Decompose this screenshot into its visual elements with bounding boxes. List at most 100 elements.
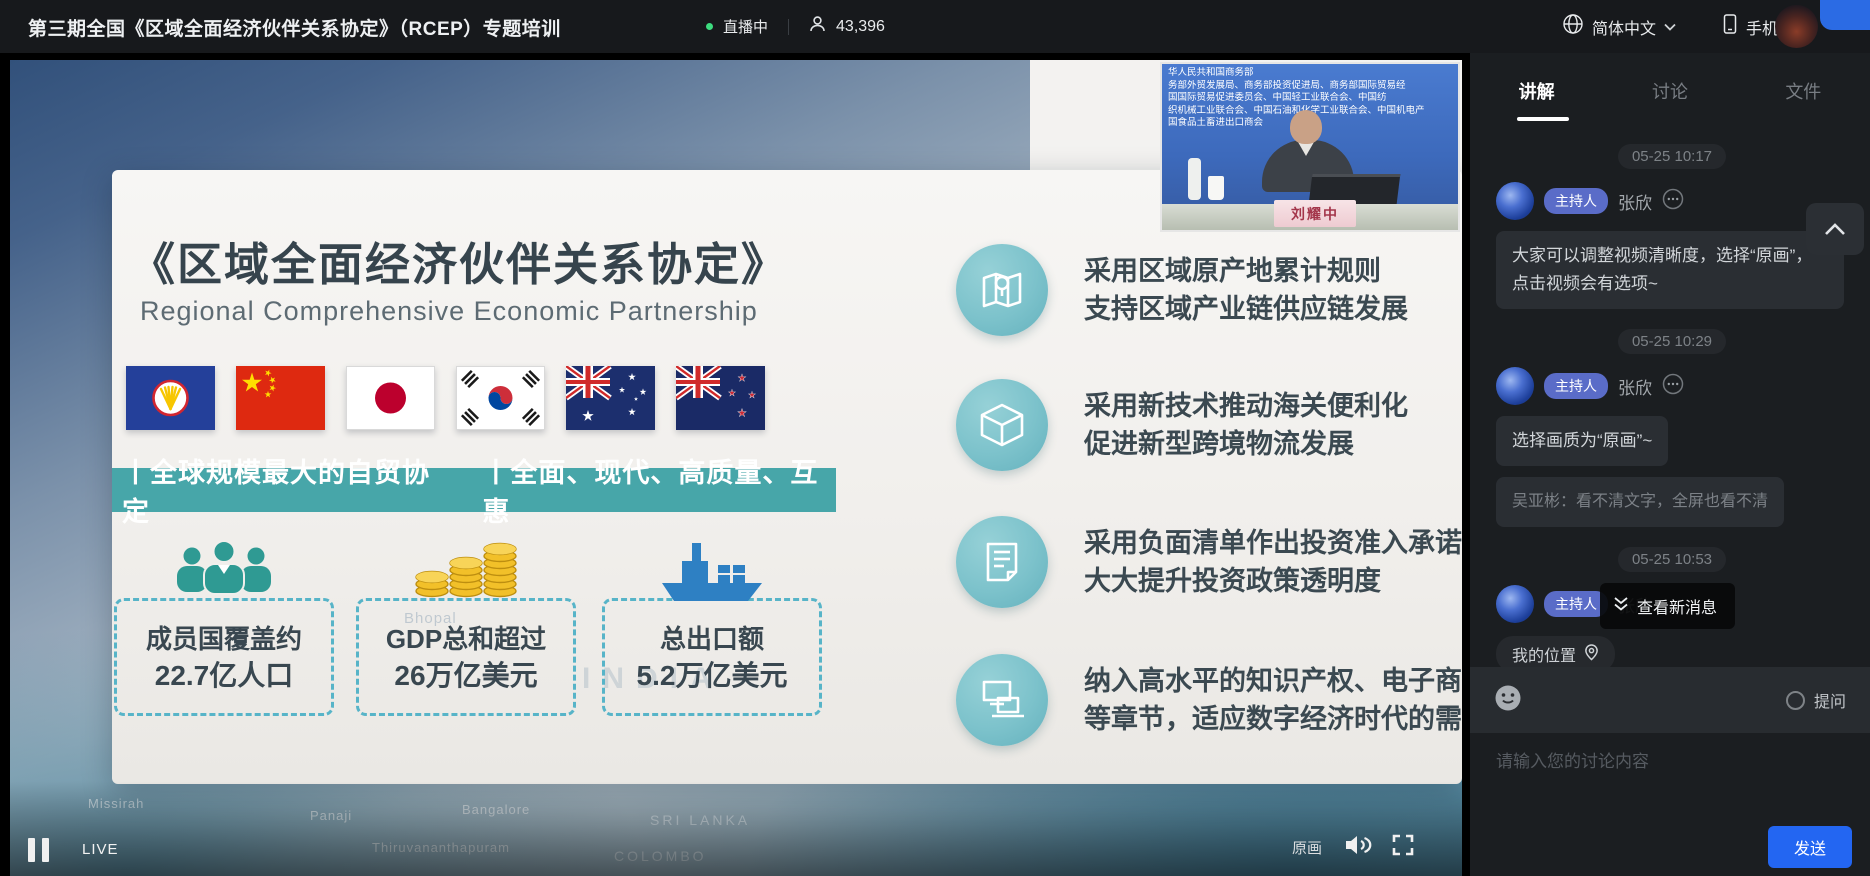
slide-banner: 丨全球规模最大的自贸协定 丨全面、现代、高质量、互惠 — [112, 468, 836, 512]
active-tab-underline — [1517, 117, 1569, 121]
point-digital-economy: 纳入高水平的知识产权、电子商务 等章节，适应数字经济时代的需要 — [956, 654, 1462, 746]
point-line1: 纳入高水平的知识产权、电子商务 — [1084, 662, 1462, 700]
point-line1: 采用新技术推动海关便利化 — [1084, 387, 1408, 425]
language-label: 简体中文 — [1592, 15, 1656, 39]
flag-australia-icon — [566, 366, 655, 430]
message-menu-icon[interactable] — [1662, 373, 1684, 400]
globe-icon — [1562, 13, 1584, 40]
presentation-slide: INDIA Bhopal 《区域全面经济伙伴关系协定》 Regional Com… — [112, 170, 1462, 784]
page-title: 第三期全国《区域全面经济伙伴关系协定》（RCEP）专题培训 — [28, 14, 561, 41]
point-line2: 等章节，适应数字经济时代的需要 — [1084, 700, 1462, 738]
point-line1: 采用区域原产地累计规则 — [1084, 252, 1408, 290]
speaker-backdrop-line: 务部外贸发展局、商务部投资促进局、商务部国际贸易经 — [1168, 80, 1454, 93]
package-icon — [956, 379, 1048, 471]
chevron-down-icon — [1664, 18, 1676, 36]
divider — [788, 19, 789, 35]
chat-input[interactable] — [1486, 739, 1854, 825]
speaker-head — [1290, 110, 1322, 144]
sidebar-tabs: 讲解 讨论 文件 — [1470, 53, 1870, 128]
fullscreen-icon[interactable] — [1391, 833, 1415, 862]
tab-files[interactable]: 文件 — [1737, 53, 1870, 128]
flag-new-zealand-icon — [676, 366, 765, 430]
map-pin-icon — [956, 244, 1048, 336]
quality-button[interactable]: 原画 — [1292, 837, 1322, 858]
ship-icon — [656, 539, 768, 608]
live-status: 直播中 43,396 — [706, 0, 885, 53]
chat-message: 选择画质为“原画”~ — [1496, 416, 1668, 466]
message-composer: 发送 — [1470, 733, 1870, 876]
top-bar: 第三期全国《区域全面经济伙伴关系协定》（RCEP）专题培训 直播中 43,396… — [0, 0, 1870, 53]
sender-name: 张欣 — [1618, 189, 1652, 214]
player-control-bar — [10, 781, 1462, 876]
point-customs: 采用新技术推动海关便利化 促进新型跨境物流发展 — [956, 379, 1408, 471]
coins-icon — [410, 539, 522, 604]
speaker-backdrop-line: 国国际贸易促进委员会、中国轻工业联合会、中国纺 — [1168, 92, 1454, 105]
member-flags — [126, 366, 765, 430]
live-label: 直播中 — [723, 16, 768, 37]
ask-question-toggle[interactable]: 提问 — [1786, 688, 1846, 712]
volume-icon[interactable] — [1344, 833, 1372, 862]
live-dot-icon — [706, 23, 713, 30]
my-position-label: 我的位置 — [1512, 642, 1576, 666]
language-selector[interactable]: 简体中文 — [1562, 13, 1676, 40]
water-bottle — [1188, 158, 1201, 200]
timestamp-badge: 05-25 10:29 — [1618, 329, 1726, 354]
stat-line2: 26万亿美元 — [359, 657, 573, 695]
slide-title: 《区域全面经济伙伴关系协定》 — [130, 228, 788, 293]
live-indicator: LIVE — [82, 841, 119, 858]
host-badge: 主持人 — [1544, 591, 1608, 617]
point-line2: 支持区域产业链供应链发展 — [1084, 290, 1408, 328]
point-line2: 促进新型跨境物流发展 — [1084, 425, 1408, 463]
my-position-button[interactable]: 我的位置 — [1496, 636, 1615, 667]
collapse-panel-button[interactable] — [1806, 203, 1864, 255]
view-new-messages-label: 查看新消息 — [1637, 594, 1717, 618]
pause-button[interactable] — [28, 838, 49, 862]
flag-south-korea-icon — [456, 366, 545, 430]
point-line2: 大大提升投资政策透明度 — [1084, 562, 1462, 600]
avatar — [1496, 182, 1534, 220]
sender-name: 张欣 — [1618, 374, 1652, 399]
stat-line1: GDP总和超过 — [359, 621, 573, 657]
stat-exports: 总出口额 5.2万亿美元 — [602, 598, 822, 716]
timestamp-badge: 05-25 10:53 — [1618, 547, 1726, 572]
flag-japan-icon — [346, 366, 435, 430]
stat-population: 成员国覆盖约 22.7亿人口 — [114, 598, 334, 716]
message-menu-icon[interactable] — [1662, 188, 1684, 215]
location-pin-icon — [1584, 643, 1599, 666]
viewers-icon — [809, 15, 826, 38]
composer-toolbar: 提问 — [1470, 667, 1870, 733]
avatar — [1496, 585, 1534, 623]
timestamp-badge: 05-25 10:17 — [1618, 144, 1726, 169]
stat-line2: 5.2万亿美元 — [605, 657, 819, 695]
point-line1: 采用负面清单作出投资准入承诺 — [1084, 524, 1462, 562]
point-rules-of-origin: 采用区域原产地累计规则 支持区域产业链供应链发展 — [956, 244, 1408, 336]
avatar — [1496, 367, 1534, 405]
corner-logo — [1820, 0, 1870, 30]
speaker-shirt — [1298, 142, 1314, 156]
send-button[interactable]: 发送 — [1768, 826, 1852, 868]
flag-asean-icon — [126, 366, 215, 430]
stat-line2: 22.7亿人口 — [117, 657, 331, 695]
banner-left-text: 丨全球规模最大的自贸协定 — [122, 451, 448, 529]
video-surface[interactable]: Missirah Panaji Bangalore Thiruvananthap… — [10, 60, 1462, 876]
document-icon — [956, 516, 1048, 608]
host-badge: 主持人 — [1544, 373, 1608, 399]
host-badge: 主持人 — [1544, 188, 1608, 214]
speaker-video[interactable]: 华人民共和国商务部 务部外贸发展局、商务部投资促进局、商务部国际贸易经 国国际贸… — [1160, 62, 1460, 232]
message-header: 主持人 张欣 — [1496, 367, 1848, 405]
chat-message: 大家可以调整视频清晰度，选择“原画”，点击视频会有选项~ — [1496, 231, 1844, 309]
avatar[interactable] — [1775, 5, 1818, 48]
emoji-icon[interactable] — [1494, 684, 1522, 717]
double-chevron-down-icon — [1613, 595, 1629, 617]
video-player: Missirah Panaji Bangalore Thiruvananthap… — [0, 53, 1470, 876]
speaker-name-tag: 刘耀中 — [1274, 200, 1356, 227]
phone-icon — [1722, 13, 1738, 40]
stat-line1: 总出口额 — [605, 621, 819, 657]
tab-discussion[interactable]: 讨论 — [1603, 53, 1736, 128]
banner-right-text: 丨全面、现代、高质量、互惠 — [482, 451, 836, 529]
point-investment: 采用负面清单作出投资准入承诺 大大提升投资政策透明度 — [956, 516, 1462, 608]
chat-sidebar: 讲解 讨论 文件 05-25 10:17 主持人 张欣 大家可以调整视频清晰度，… — [1470, 53, 1870, 876]
speaker-backdrop-line: 华人民共和国商务部 — [1168, 67, 1454, 80]
view-new-messages-button[interactable]: 查看新消息 — [1600, 583, 1735, 629]
stat-gdp: GDP总和超过 26万亿美元 — [356, 598, 576, 716]
